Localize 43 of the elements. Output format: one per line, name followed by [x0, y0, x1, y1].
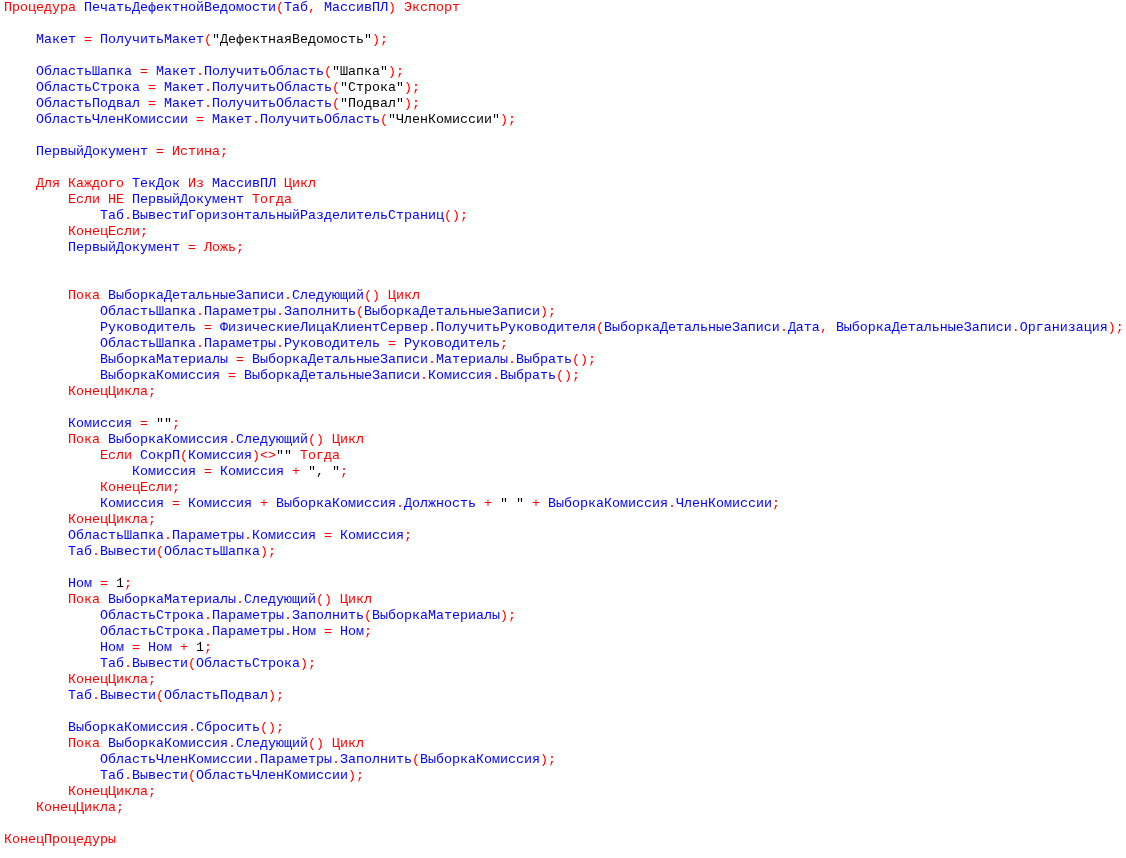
code-line: Для Каждого ТекДок Из МассивПЛ Цикл [36, 176, 316, 192]
code-line: ОбластьШапка.Параметры.Руководитель = Руководитель; [100, 336, 508, 352]
code-line: Руководитель = ФизическиеЛицаКлиентСервер.ПолучитьРуководителя(ВыборкаДетальныеЗаписи.Дата, ВыборкаДетальныеЗаписи.Организация); [100, 320, 1124, 336]
code-line: ПервыйДокумент = Истина; [36, 144, 228, 160]
code-line: ОбластьЧленКомиссии = Макет.ПолучитьОбласть("ЧленКомиссии"); [36, 112, 516, 128]
code-line: Макет = ПолучитьМакет("ДефектнаяВедомость"); [36, 32, 388, 48]
code-line: ОбластьПодвал = Макет.ПолучитьОбласть("Подвал"); [36, 96, 420, 112]
code-line: КонецЦикла; [68, 784, 156, 800]
code-line: Таб.Вывести(ОбластьСтрока); [100, 656, 316, 672]
code-line: КонецЕсли; [100, 480, 180, 496]
code-line: Комиссия = ""; [68, 416, 180, 432]
code-line: Таб.Вывести(ОбластьШапка); [68, 544, 276, 560]
code-line: КонецПроцедуры [4, 832, 116, 848]
code-line: Таб.Вывести(ОбластьПодвал); [68, 688, 284, 704]
code-line: КонецЦикла; [68, 512, 156, 528]
code-line: ОбластьСтрока = Макет.ПолучитьОбласть("Строка"); [36, 80, 420, 96]
code-line: Если НЕ ПервыйДокумент Тогда [68, 192, 292, 208]
code-line: Таб.ВывестиГоризонтальныйРазделительСтраниц(); [100, 208, 468, 224]
code-line: ОбластьЧленКомиссии.Параметры.Заполнить(ВыборкаКомиссия); [100, 752, 556, 768]
code-line: ВыборкаКомиссия.Сбросить(); [68, 720, 284, 736]
code-line: Ном = 1; [68, 576, 132, 592]
code-line: Таб.Вывести(ОбластьЧленКомиссии); [100, 768, 364, 784]
code-line: КонецЦикла; [68, 384, 156, 400]
code-line: Если СокрП(Комиссия)<>"" Тогда [100, 448, 340, 464]
code-line: ОбластьСтрока.Параметры.Ном = Ном; [100, 624, 372, 640]
code-line: ВыборкаКомиссия = ВыборкаДетальныеЗаписи.Комиссия.Выбрать(); [100, 368, 580, 384]
code-line: ВыборкаМатериалы = ВыборкаДетальныеЗаписи.Материалы.Выбрать(); [100, 352, 596, 368]
code-line: ОбластьШапка.Параметры.Комиссия = Комиссия; [68, 528, 412, 544]
code-line: ОбластьСтрока.Параметры.Заполнить(ВыборкаМатериалы); [100, 608, 516, 624]
code-line: Процедура ПечатьДефектнойВедомости(Таб, МассивПЛ) Экспорт [4, 0, 460, 16]
code-line: Пока ВыборкаКомиссия.Следующий() Цикл [68, 432, 364, 448]
code-line: Комиссия = Комиссия + ", "; [132, 464, 348, 480]
code-line: КонецЦикла; [68, 672, 156, 688]
code-line: Пока ВыборкаДетальныеЗаписи.Следующий() Цикл [68, 288, 420, 304]
code-line: Пока ВыборкаМатериалы.Следующий() Цикл [68, 592, 372, 608]
code-line: КонецЕсли; [68, 224, 148, 240]
code-line: КонецЦикла; [36, 800, 124, 816]
code-line: ОбластьШапка.Параметры.Заполнить(ВыборкаДетальныеЗаписи); [100, 304, 556, 320]
code-line: ПервыйДокумент = Ложь; [68, 240, 244, 256]
code-line: Пока ВыборкаКомиссия.Следующий() Цикл [68, 736, 364, 752]
code-line: ОбластьШапка = Макет.ПолучитьОбласть("Шапка"); [36, 64, 404, 80]
code-line: Ном = Ном + 1; [100, 640, 212, 656]
code-line: Комиссия = Комиссия + ВыборкаКомиссия.Должность + " " + ВыборкаКомиссия.ЧленКомиссии; [100, 496, 780, 512]
